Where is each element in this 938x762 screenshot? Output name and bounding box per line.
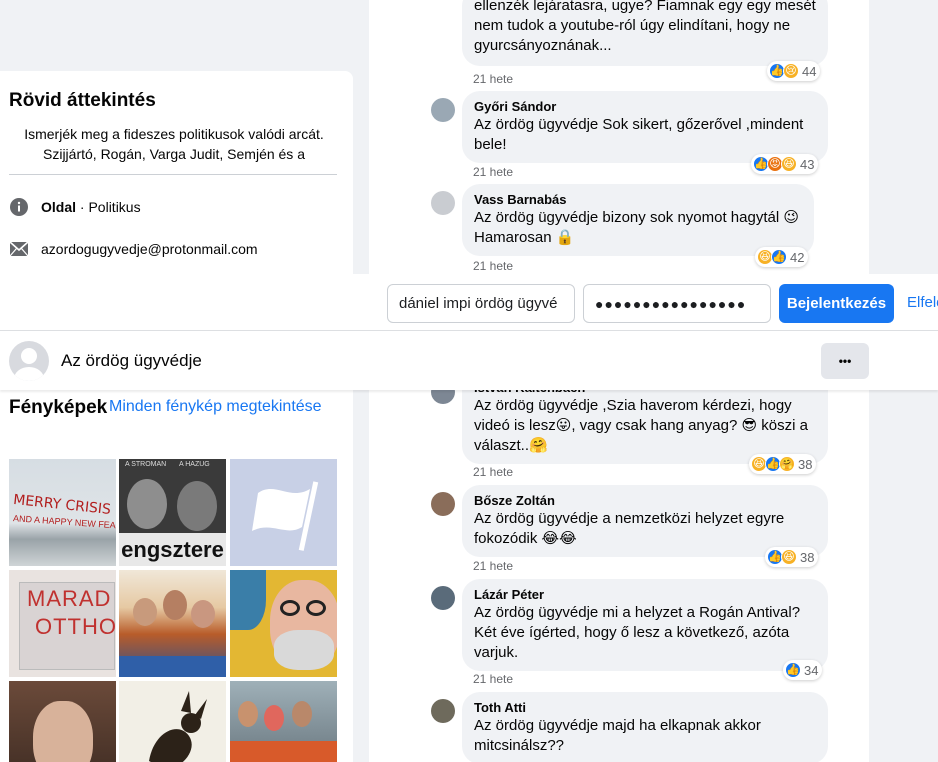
sad-icon: 😢 — [783, 63, 799, 79]
avatar[interactable] — [431, 98, 455, 122]
photo-tile[interactable] — [119, 681, 226, 762]
page-name[interactable]: Az ördög ügyvédje — [61, 351, 202, 371]
reaction-summary[interactable]: 👍 34 — [783, 660, 823, 680]
haha-icon: 😆 — [781, 549, 797, 565]
comment: Győri Sándor Az ördög ügyvédje Sok siker… — [462, 91, 828, 163]
avatar[interactable] — [431, 699, 455, 723]
photo-tile[interactable] — [230, 459, 337, 566]
avatar[interactable] — [431, 586, 455, 610]
comment-text: Az ördög ügyvédje majd ha elkapnak akkor… — [474, 717, 761, 754]
reaction-count: 44 — [802, 63, 817, 79]
default-avatar-icon — [14, 348, 44, 381]
photos-title: Fényképek — [9, 397, 108, 418]
comment-time[interactable]: 21 hete — [473, 672, 513, 686]
email-row: azordogugyvedje@protonmail.com — [9, 239, 258, 259]
reaction-summary[interactable]: 👍 😆 38 — [765, 547, 819, 567]
info-icon — [9, 197, 29, 217]
email-field[interactable]: dániel impi ördög ügyvé — [387, 284, 575, 323]
avatar[interactable] — [431, 492, 455, 516]
page-header-bar: Az ördög ügyvédje ••• — [0, 331, 938, 390]
category-row: Oldal · Politikus — [9, 197, 141, 217]
category-bold: Oldal — [41, 199, 77, 215]
comment-author[interactable]: Toth Atti — [474, 700, 816, 716]
graffiti-text: OTTHO — [35, 614, 116, 639]
graffiti-text: MARAD — [27, 586, 112, 611]
reaction-summary[interactable]: 😆 👍 🤗 38 — [749, 454, 817, 474]
devil-figure-icon — [149, 691, 207, 762]
forgot-password-link[interactable]: Elfelejtett — [907, 294, 938, 311]
like-icon: 👍 — [785, 662, 801, 678]
password-field[interactable]: ●●●●●●●●●●●●●●●● — [583, 284, 771, 323]
comment-author[interactable]: Vass Barnabás — [474, 192, 802, 208]
photo-label: A HAZUG — [179, 461, 210, 468]
comment: Toth Atti Az ördög ügyvédje majd ha elka… — [462, 692, 828, 762]
reaction-count: 42 — [790, 249, 805, 265]
photo-label: A STROMAN — [125, 461, 167, 468]
comment-bubble: Lázár Péter Az ördög ügyvédje mi a helyz… — [462, 579, 828, 671]
flag-icon — [252, 481, 319, 551]
avatar[interactable] — [431, 191, 455, 215]
reaction-count: 43 — [800, 156, 815, 172]
photo-tile[interactable] — [9, 681, 116, 762]
comment-time[interactable]: 21 hete — [473, 465, 513, 479]
comment-text: Az ördög ügyvédje Sok sikert, gőzerővel … — [474, 116, 804, 153]
comment-text: ellenzék lejáratasra, ugye? Fiamnak egy … — [474, 0, 816, 54]
photos-panel: Fényképek Minden fénykép megtekintése ME… — [0, 390, 353, 762]
haha-icon: 😆 — [781, 156, 797, 172]
like-icon: 👍 — [771, 249, 787, 265]
more-icon: ••• — [838, 354, 852, 368]
reaction-summary[interactable]: 😆 👍 42 — [755, 247, 809, 267]
comment: Vass Barnabás Az ördög ügyvédje bizony s… — [462, 184, 814, 256]
reaction-count: 34 — [804, 662, 819, 678]
envelope-icon — [9, 239, 29, 259]
comment-time[interactable]: 21 hete — [473, 165, 513, 179]
comment-author[interactable]: Lázár Péter — [474, 587, 816, 603]
login-button[interactable]: Bejelentkezés — [779, 284, 894, 323]
care-icon: 🤗 — [779, 456, 795, 472]
reaction-summary[interactable]: 👍 😢 44 — [767, 61, 821, 81]
comment-bubble: Győri Sándor Az ördög ügyvédje Sok siker… — [462, 91, 828, 163]
comment-time[interactable]: 21 hete — [473, 259, 513, 273]
photo-tile[interactable]: MERRY CRISIS AND A HAPPY NEW FEAR — [9, 459, 116, 566]
comment-author[interactable]: Bősze Zoltán — [474, 493, 816, 509]
comment-text: Az ördög ügyvédje bizony sok nyomot hagy… — [474, 209, 799, 246]
photo-tile[interactable]: A STROMAN A HAZUG engsztere — [119, 459, 226, 566]
divider — [9, 174, 337, 175]
comment-bubble: Vass Barnabás Az ördög ügyvédje bizony s… — [462, 184, 814, 256]
category-label: · Politikus — [76, 199, 141, 215]
photo-banner: engsztere — [119, 533, 226, 566]
comment-bubble: ellenzék lejáratasra, ugye? Fiamnak egy … — [462, 0, 828, 66]
photo-tile[interactable] — [119, 570, 226, 677]
comment: Lázár Péter Az ördög ügyvédje mi a helyz… — [462, 579, 828, 671]
comment-time[interactable]: 21 hete — [473, 72, 513, 86]
login-bar: dániel impi ördög ügyvé ●●●●●●●●●●●●●●●●… — [0, 274, 938, 331]
reaction-count: 38 — [798, 456, 813, 472]
comment-text: Az ördög ügyvédje a nemzetközi helyzet e… — [474, 510, 785, 547]
comment: ellenzék lejáratasra, ugye? Fiamnak egy … — [462, 0, 828, 66]
about-panel: Rövid áttekintés Ismerjék meg a fideszes… — [0, 71, 353, 281]
comment-bubble: Toth Atti Az ördög ügyvédje majd ha elka… — [462, 692, 828, 762]
comment-author[interactable]: Győri Sándor — [474, 99, 816, 115]
reaction-summary[interactable]: 👍 😡 😆 43 — [751, 154, 819, 174]
comment-text: Az ördög ügyvédje mi a helyzet a Rogán A… — [474, 604, 801, 661]
more-options-button[interactable]: ••• — [821, 343, 869, 379]
email-link[interactable]: azordogugyvedje@protonmail.com — [41, 241, 258, 257]
about-title: Rövid áttekintés — [9, 90, 156, 111]
page-avatar[interactable] — [9, 341, 49, 381]
comment-time[interactable]: 21 hete — [473, 559, 513, 573]
reaction-count: 38 — [800, 549, 815, 565]
photo-tile[interactable]: MARAD OTTHO — [9, 570, 116, 677]
photo-tile[interactable] — [230, 570, 337, 677]
photo-tile[interactable] — [230, 681, 337, 762]
comment-text: Az ördög ügyvédje ,Szia haverom kérdezi,… — [474, 397, 808, 454]
see-all-photos-link[interactable]: Minden fénykép megtekintése — [109, 398, 322, 416]
about-intro: Ismerjék meg a fideszes politikusok való… — [24, 126, 324, 162]
